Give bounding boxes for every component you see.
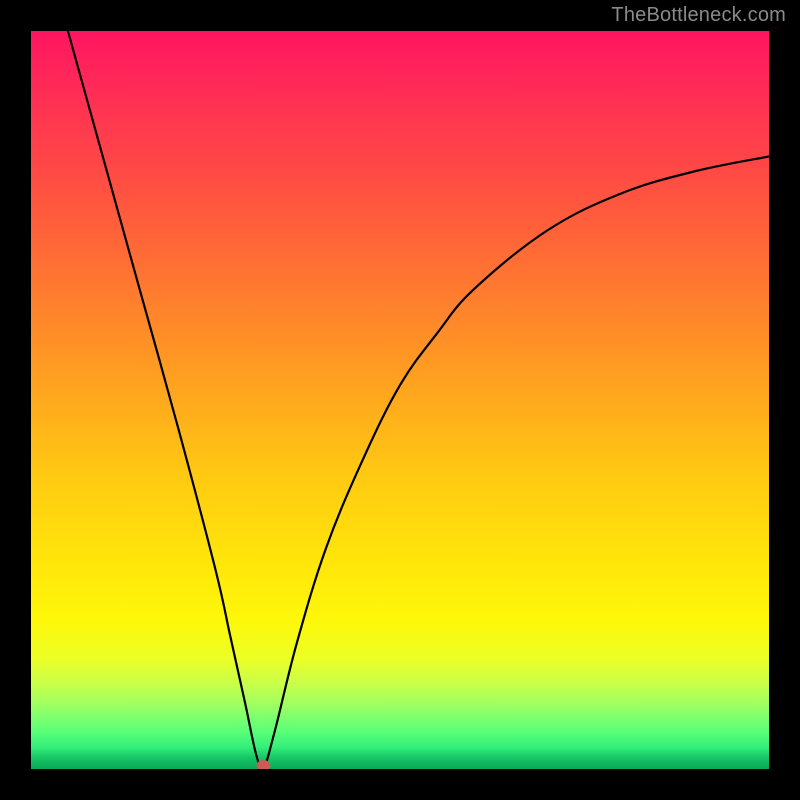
watermark-text: TheBottleneck.com: [611, 4, 786, 27]
curve-layer: [31, 31, 769, 769]
bottleneck-curve: [68, 31, 769, 769]
plot-area: [31, 31, 769, 769]
chart-frame: TheBottleneck.com: [0, 0, 800, 800]
